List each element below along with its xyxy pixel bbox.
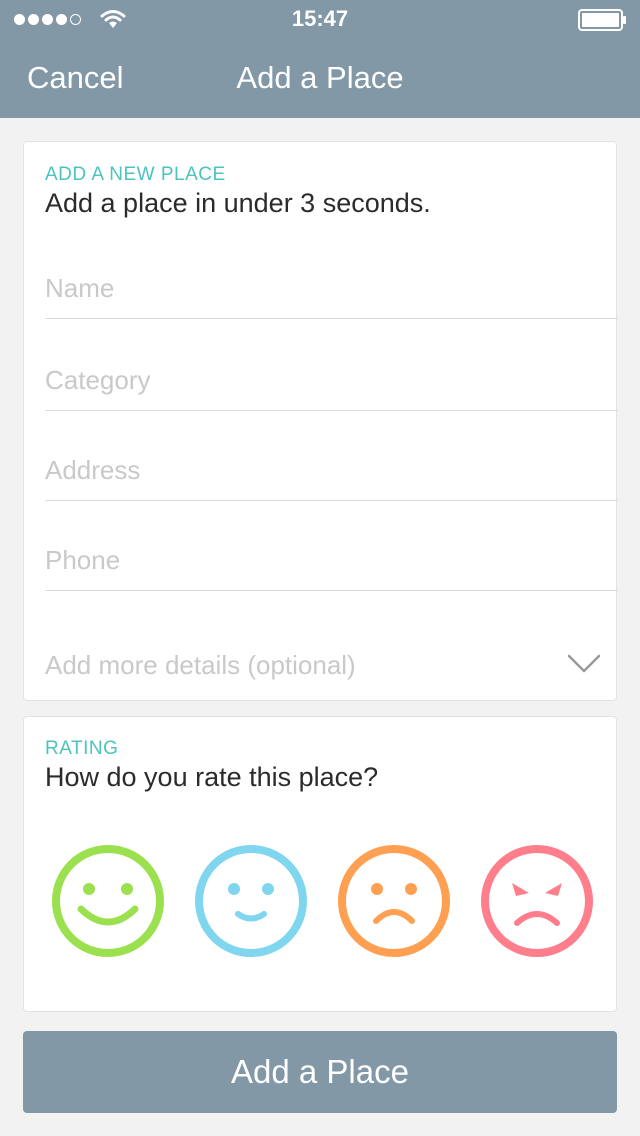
form-kicker: ADD A NEW PLACE	[45, 164, 226, 185]
rating-card: RATING How do you rate this place?	[23, 716, 617, 1012]
phone-field	[45, 501, 618, 591]
category-input[interactable]	[45, 365, 618, 396]
very-happy-face-icon[interactable]	[48, 841, 168, 961]
phone-input[interactable]	[45, 545, 618, 576]
sad-face-icon[interactable]	[334, 841, 454, 961]
chevron-down-icon[interactable]	[567, 653, 601, 675]
address-field	[45, 411, 618, 501]
status-bar: 15:47	[0, 0, 640, 40]
rating-faces	[24, 841, 618, 961]
happy-face-icon[interactable]	[191, 841, 311, 961]
add-place-button[interactable]: Add a Place	[23, 1031, 617, 1113]
add-place-card: ADD A NEW PLACE Add a place in under 3 s…	[23, 141, 618, 701]
battery-icon	[578, 9, 626, 31]
status-time: 15:47	[291, 6, 349, 31]
address-input[interactable]	[45, 455, 618, 486]
angry-face-icon[interactable]	[477, 841, 597, 961]
page-title: Add a Place	[236, 60, 404, 95]
rating-kicker: RATING	[45, 738, 119, 759]
name-input[interactable]	[45, 273, 618, 304]
category-field	[45, 321, 618, 411]
rating-question: How do you rate this place?	[45, 762, 379, 792]
top-bar: 15:47 Cancel Add a Place	[0, 0, 640, 118]
name-field	[45, 229, 618, 319]
form-headline: Add a place in under 3 seconds.	[45, 188, 431, 218]
more-details-toggle[interactable]: Add more details (optional)	[45, 650, 356, 681]
